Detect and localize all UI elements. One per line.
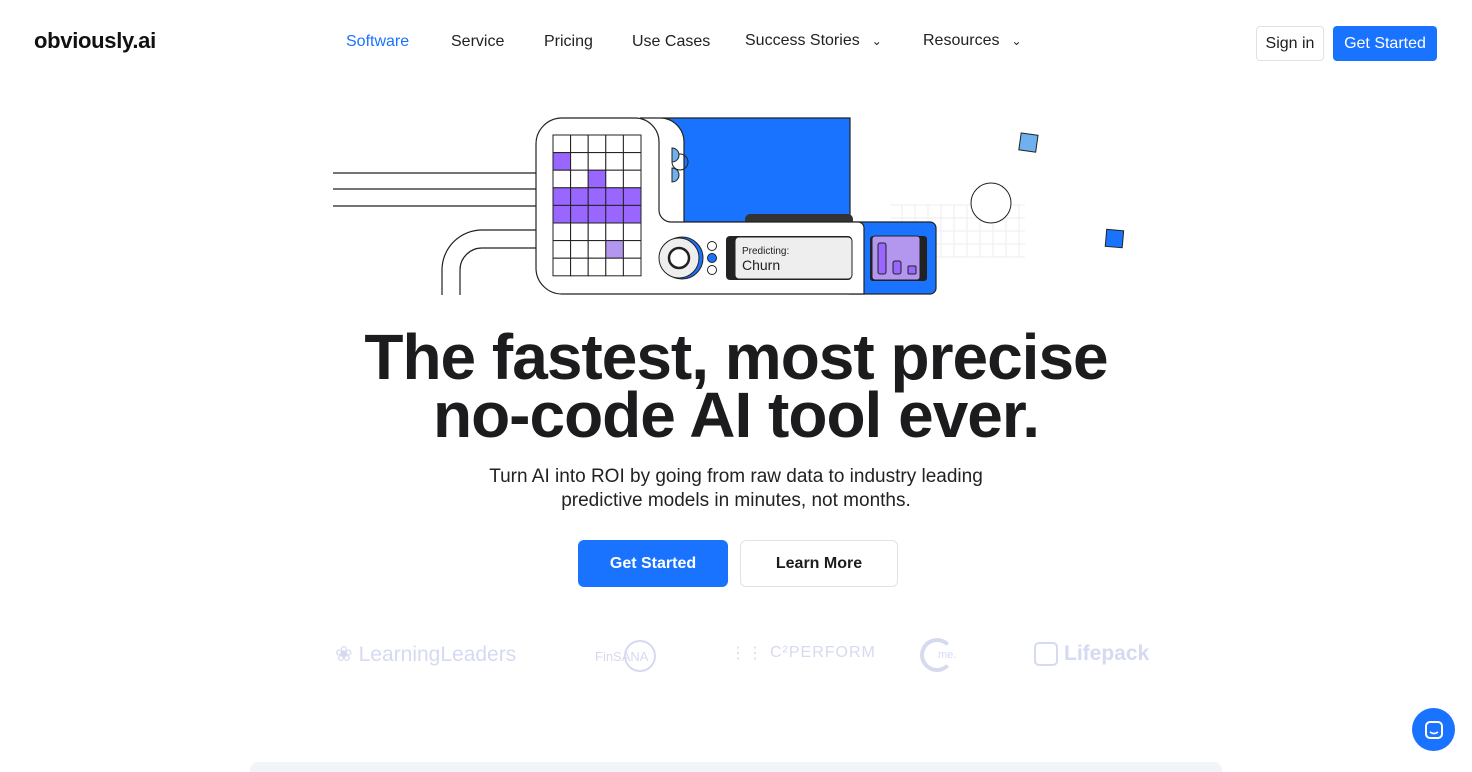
grid-cell	[570, 187, 589, 206]
grid-cell	[622, 222, 642, 242]
nav-label: Resources	[923, 32, 1000, 49]
grid-cell	[587, 187, 607, 206]
grid-cell	[570, 169, 589, 189]
grid-cell	[622, 257, 642, 277]
floating-square	[1018, 132, 1039, 153]
next-section-edge	[250, 762, 1222, 772]
grid-cell	[622, 169, 642, 189]
predicting-value: Churn	[742, 257, 780, 273]
grid-cell	[570, 152, 589, 171]
grid-cell	[552, 152, 572, 171]
get-started-button[interactable]: Get Started	[578, 540, 728, 587]
dots-icon: ⋮⋮	[730, 645, 764, 662]
sign-in-button[interactable]: Sign in	[1256, 26, 1324, 61]
grid-cell	[622, 152, 642, 171]
grid-cell	[552, 240, 572, 259]
nav-service[interactable]: Service	[451, 33, 504, 51]
nav-resources[interactable]: Resources ⌄	[923, 32, 1022, 50]
logo-text: C²PERFORM	[770, 644, 876, 661]
grid-cell	[552, 187, 572, 206]
grid-cell	[605, 169, 624, 189]
logo-me: me.	[920, 638, 956, 672]
chat-icon	[1424, 720, 1443, 739]
grid-cell	[605, 204, 624, 224]
grid-cell	[552, 222, 572, 242]
grid-cell	[552, 204, 572, 224]
grid-cell	[587, 204, 607, 224]
chevron-down-icon: ⌄	[871, 34, 882, 48]
grid-cell	[605, 152, 624, 171]
logo-text: Lifepack	[1064, 642, 1150, 665]
nav-software[interactable]: Software	[346, 33, 409, 51]
nav-use-cases[interactable]: Use Cases	[632, 33, 710, 51]
people-icon: ❀	[335, 643, 353, 666]
grid-cell	[605, 240, 624, 259]
grid-cell	[587, 240, 607, 259]
grid-cell	[570, 222, 589, 242]
grid-cell	[552, 134, 572, 154]
chevron-down-icon: ⌄	[1011, 34, 1022, 48]
get-started-nav-button[interactable]: Get Started	[1333, 26, 1437, 61]
hero-illustration: Predicting: Churn	[333, 117, 1125, 295]
grid-cell	[622, 204, 642, 224]
floating-square	[1104, 228, 1125, 249]
grid-cell	[587, 257, 607, 277]
grid-cell	[605, 134, 624, 154]
logo[interactable]: obviously.ai	[34, 28, 156, 54]
ring-icon	[624, 640, 657, 672]
grid-cell	[605, 257, 624, 277]
grid-cell	[605, 187, 624, 206]
logo-text: me.	[938, 649, 957, 661]
grid-cell	[587, 134, 607, 154]
grid-cell	[570, 134, 589, 154]
grid-cell	[622, 134, 642, 154]
logo-learningleaders: ❀ LearningLeaders	[335, 642, 516, 667]
grid-cell	[587, 152, 607, 171]
nav-label: Success Stories	[745, 32, 860, 49]
grid-cell	[587, 169, 607, 189]
grid-cell	[552, 169, 572, 189]
hero-title: The fastest, most precise no-code AI tool…	[0, 325, 1472, 447]
grid-cell	[552, 257, 572, 277]
nav-success-stories[interactable]: Success Stories ⌄	[745, 32, 882, 50]
nav-pricing[interactable]: Pricing	[544, 33, 593, 51]
data-grid	[552, 134, 642, 277]
logo-lifepack: Lifepack	[1034, 642, 1149, 666]
grid-cell	[622, 187, 642, 206]
predicting-label: Predicting:	[742, 246, 789, 257]
grid-cell	[605, 222, 624, 242]
title-line-2: no-code AI tool ever.	[432, 379, 1040, 451]
learn-more-button[interactable]: Learn More	[740, 540, 898, 587]
customer-logos: ❀ LearningLeaders FinSANA ⋮⋮ C²PERFORM me.…	[0, 638, 1472, 674]
grid-cell	[587, 222, 607, 242]
chat-launcher-button[interactable]	[1412, 708, 1455, 751]
grid-cell	[622, 240, 642, 259]
logo-text: LearningLeaders	[358, 642, 517, 666]
logo-c2perform: ⋮⋮ C²PERFORM	[730, 643, 876, 663]
pill-icon	[1034, 642, 1058, 666]
grid-cell	[570, 204, 589, 224]
logo-finsana: FinSANA	[595, 640, 657, 672]
grid-cell	[570, 240, 589, 259]
grid-cell	[570, 257, 589, 277]
hero-subtitle: Turn AI into ROI by going from raw data …	[489, 466, 983, 511]
